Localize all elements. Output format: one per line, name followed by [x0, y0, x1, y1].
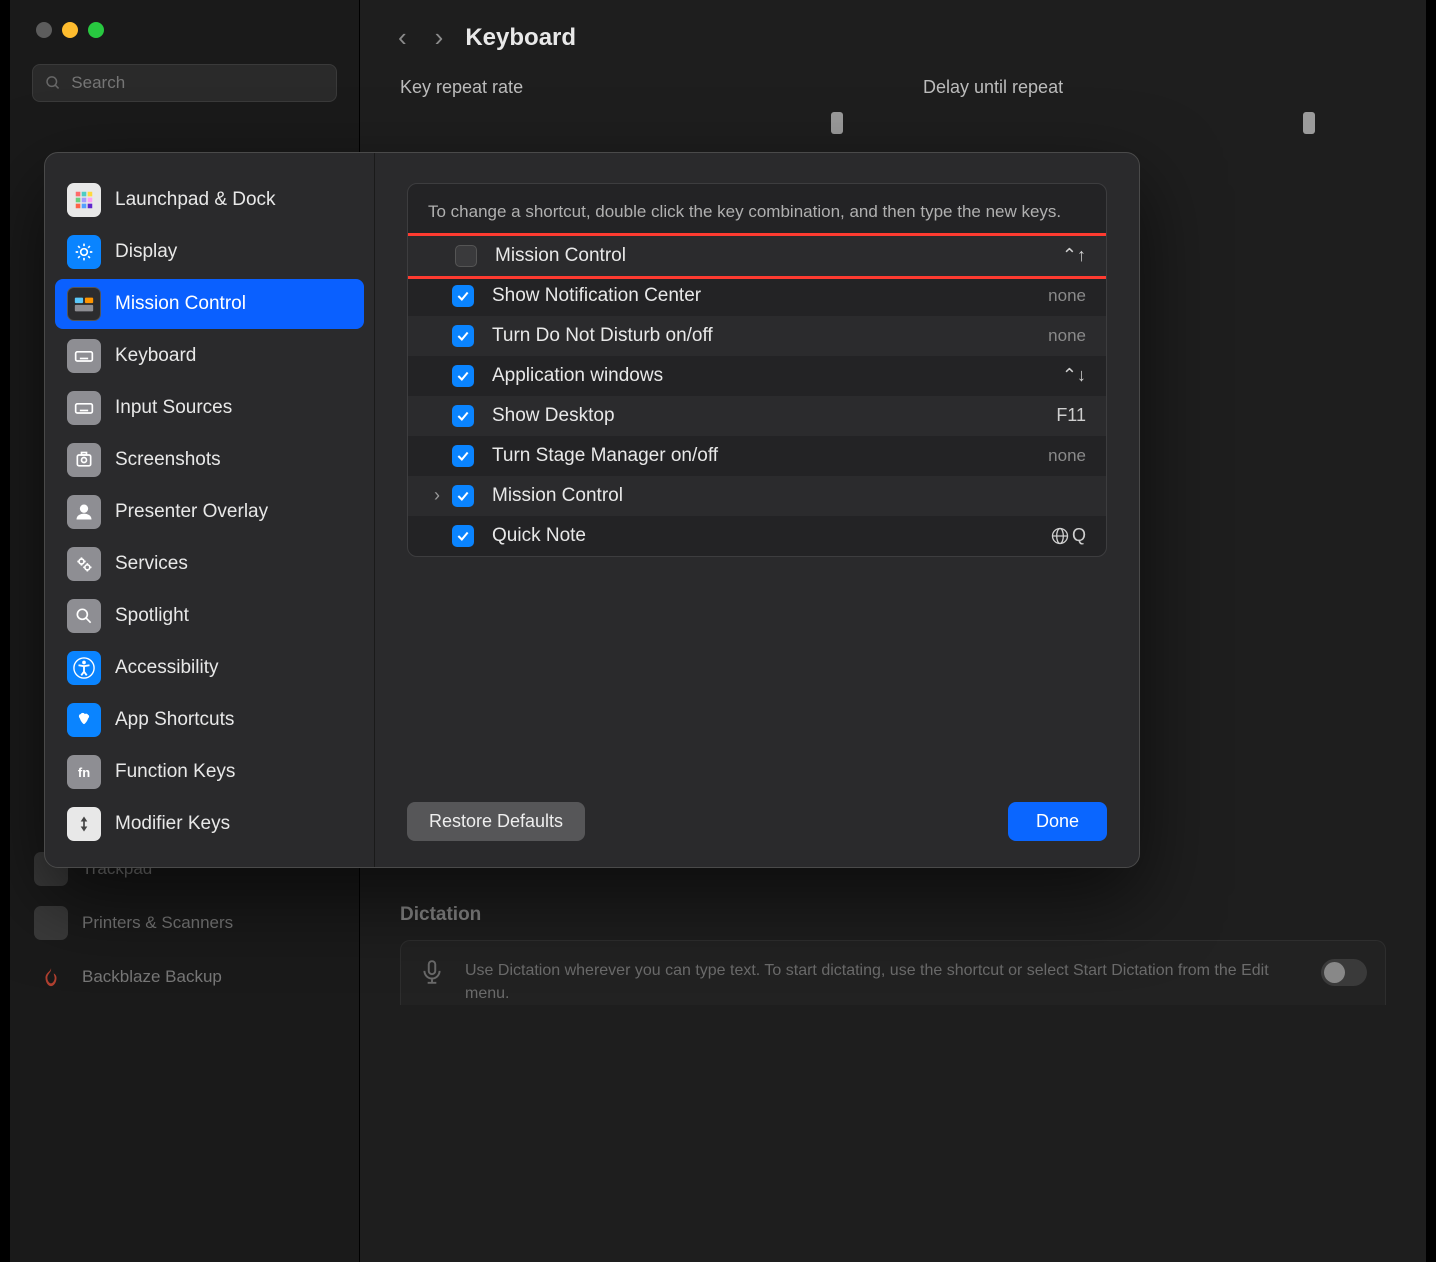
category-label: Keyboard — [115, 345, 196, 367]
mc-icon — [67, 287, 101, 321]
shortcut-checkbox[interactable] — [452, 325, 474, 347]
category-launchpad-dock[interactable]: Launchpad & Dock — [55, 175, 364, 225]
a11y-icon — [67, 651, 101, 685]
category-services[interactable]: Services — [55, 539, 364, 589]
category-label: Launchpad & Dock — [115, 189, 276, 211]
shortcut-row[interactable]: Quick Note Q — [408, 516, 1106, 556]
shortcut-label: Show Notification Center — [492, 285, 1048, 307]
shortcut-label: Quick Note — [492, 525, 1050, 547]
category-label: Screenshots — [115, 449, 221, 471]
mod-icon — [67, 807, 101, 841]
category-modifier-keys[interactable]: Modifier Keys — [55, 799, 364, 849]
shortcut-label: Show Desktop — [492, 405, 1056, 427]
restore-defaults-button[interactable]: Restore Defaults — [407, 802, 585, 841]
disclosure-slot: › — [422, 485, 452, 506]
gears-icon — [67, 547, 101, 581]
category-label: Display — [115, 241, 177, 263]
category-label: Services — [115, 553, 188, 575]
shortcut-checkbox[interactable] — [455, 245, 477, 267]
category-accessibility[interactable]: Accessibility — [55, 643, 364, 693]
person-icon — [67, 495, 101, 529]
shortcut-row[interactable]: Application windows ⌃↓ — [408, 356, 1106, 396]
shortcut-label: Turn Do Not Disturb on/off — [492, 325, 1048, 347]
cam-icon — [67, 443, 101, 477]
shortcut-label: Application windows — [492, 365, 1062, 387]
shortcut-key: F11 — [1056, 405, 1086, 426]
shortcut-checkbox[interactable] — [452, 405, 474, 427]
category-display[interactable]: Display — [55, 227, 364, 277]
shortcut-checkbox[interactable] — [452, 365, 474, 387]
shortcut-row[interactable]: Show Notification Center none — [408, 276, 1106, 316]
category-label: Presenter Overlay — [115, 501, 268, 523]
sun-icon — [67, 235, 101, 269]
app-icon — [67, 703, 101, 737]
shortcut-key: ⌃↑ — [1062, 245, 1086, 266]
modal-backdrop: Launchpad & Dock Display Mission Control Ke… — [0, 0, 1436, 1262]
category-label: App Shortcuts — [115, 709, 234, 731]
shortcut-key: ⌃↓ — [1062, 365, 1086, 386]
category-label: Spotlight — [115, 605, 189, 627]
done-button[interactable]: Done — [1008, 802, 1107, 841]
shortcut-key: Q — [1050, 525, 1086, 546]
category-label: Mission Control — [115, 293, 246, 315]
shortcut-checkbox[interactable] — [452, 525, 474, 547]
shortcut-row[interactable]: › Mission Control — [408, 476, 1106, 516]
category-mission-control[interactable]: Mission Control — [55, 279, 364, 329]
shortcut-panel: To change a shortcut, double click the k… — [407, 183, 1107, 557]
category-label: Modifier Keys — [115, 813, 230, 835]
kbd-icon — [67, 339, 101, 373]
shortcut-row[interactable]: Turn Stage Manager on/off none — [408, 436, 1106, 476]
shortcut-row[interactable]: Mission Control ⌃↑ — [408, 236, 1106, 276]
shortcut-label: Turn Stage Manager on/off — [492, 445, 1048, 467]
kbd-icon — [67, 391, 101, 425]
category-label: Accessibility — [115, 657, 218, 679]
chevron-right-icon[interactable]: › — [434, 485, 440, 506]
grid-icon — [67, 183, 101, 217]
shortcut-label: Mission Control — [492, 485, 1086, 507]
shortcut-checkbox[interactable] — [452, 485, 474, 507]
shortcut-row[interactable]: Turn Do Not Disturb on/off none — [408, 316, 1106, 356]
shortcut-key: none — [1048, 446, 1086, 466]
shortcut-row[interactable]: Show Desktop F11 — [408, 396, 1106, 436]
shortcut-key: none — [1048, 326, 1086, 346]
category-app-shortcuts[interactable]: App Shortcuts — [55, 695, 364, 745]
shortcut-key: none — [1048, 286, 1086, 306]
category-spotlight[interactable]: Spotlight — [55, 591, 364, 641]
category-sidebar: Launchpad & Dock Display Mission Control Ke… — [45, 153, 375, 867]
search-icon — [67, 599, 101, 633]
shortcut-main: To change a shortcut, double click the k… — [375, 153, 1139, 867]
category-label: Function Keys — [115, 761, 235, 783]
category-presenter-overlay[interactable]: Presenter Overlay — [55, 487, 364, 537]
globe-icon — [1050, 526, 1070, 546]
category-label: Input Sources — [115, 397, 232, 419]
category-screenshots[interactable]: Screenshots — [55, 435, 364, 485]
category-function-keys[interactable]: fn Function Keys — [55, 747, 364, 797]
fn-icon: fn — [67, 755, 101, 789]
category-keyboard[interactable]: Keyboard — [55, 331, 364, 381]
shortcut-checkbox[interactable] — [452, 285, 474, 307]
shortcuts-modal: Launchpad & Dock Display Mission Control Ke… — [44, 152, 1140, 868]
help-text: To change a shortcut, double click the k… — [408, 184, 1106, 236]
category-input-sources[interactable]: Input Sources — [55, 383, 364, 433]
shortcut-checkbox[interactable] — [452, 445, 474, 467]
highlighted-shortcut: Mission Control ⌃↑ — [407, 233, 1107, 279]
shortcut-label: Mission Control — [495, 245, 1062, 267]
